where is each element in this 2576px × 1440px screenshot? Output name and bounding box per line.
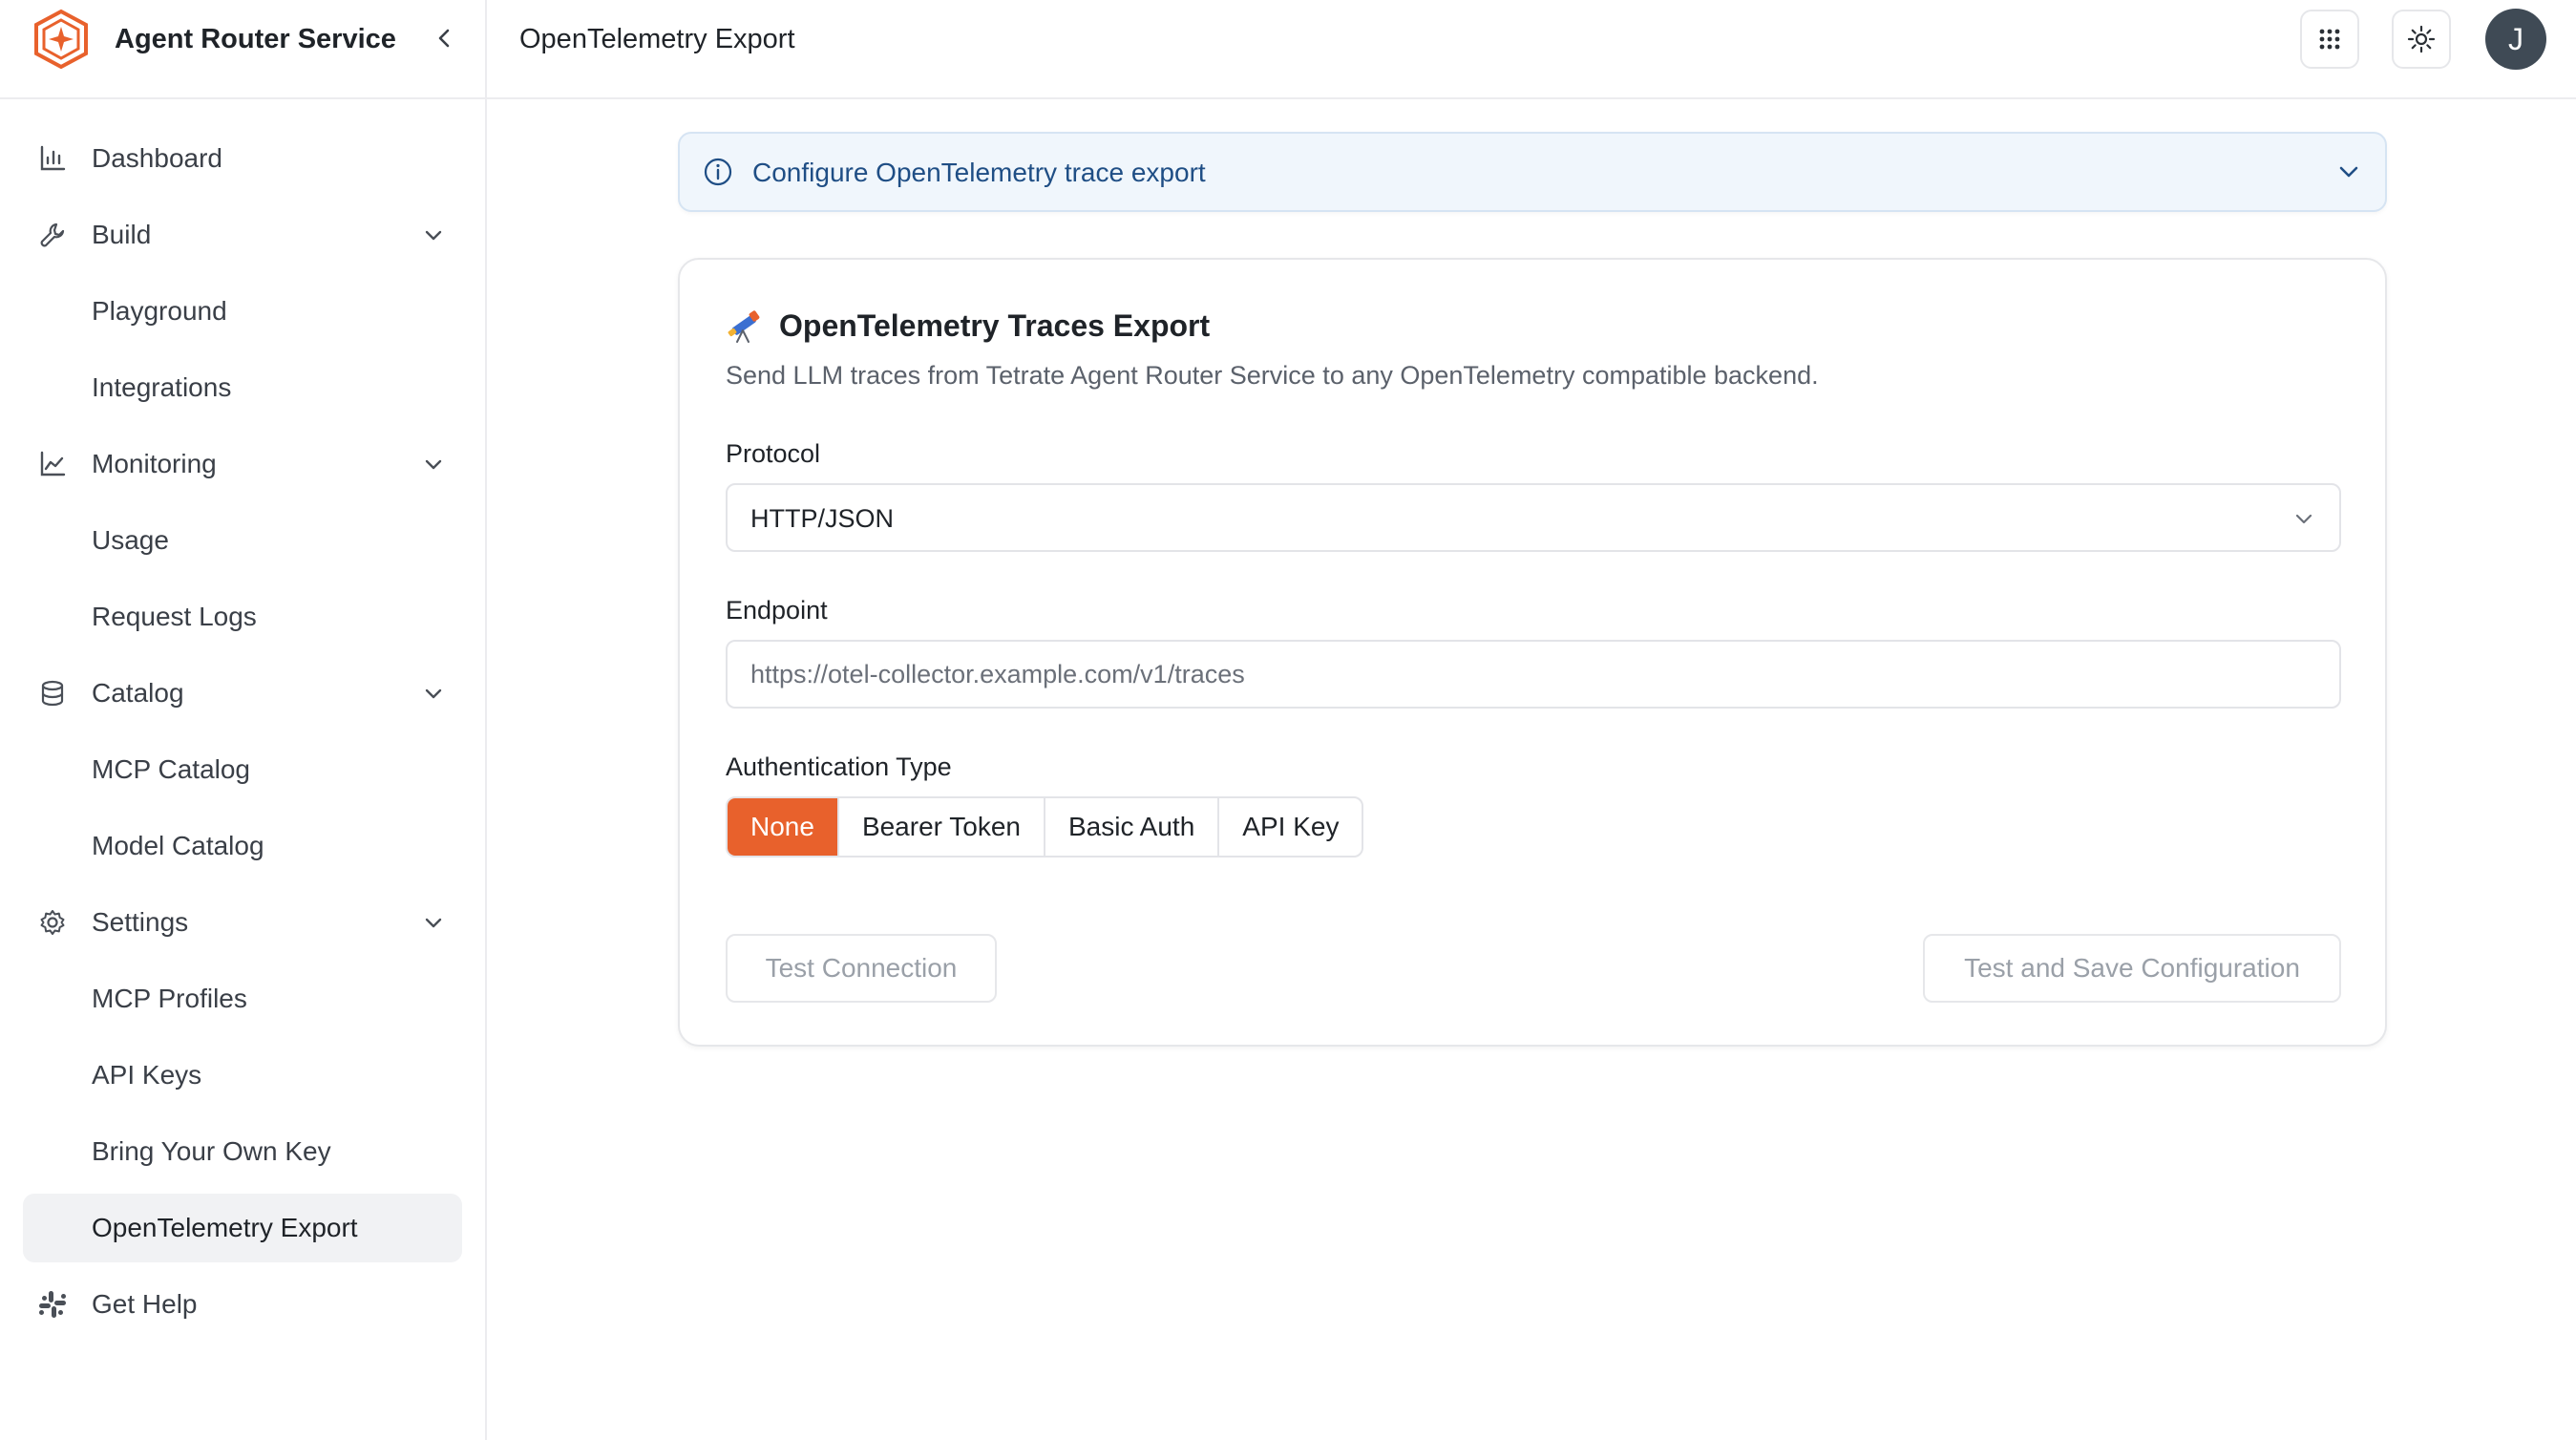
sidebar-item-label: Model Catalog xyxy=(92,831,264,860)
card-title: OpenTelemetry Traces Export xyxy=(779,308,1211,343)
sidebar-item-label: MCP Catalog xyxy=(92,754,251,784)
top-header: OpenTelemetry Export J xyxy=(487,0,2576,99)
chevron-down-icon[interactable] xyxy=(418,220,449,250)
gear-icon xyxy=(36,906,69,939)
apps-grid-button[interactable] xyxy=(2300,10,2359,69)
sidebar-item-label: OpenTelemetry Export xyxy=(92,1213,358,1242)
database-icon xyxy=(36,677,69,709)
sidebar-item-label: API Keys xyxy=(92,1060,202,1090)
sidebar-item-label: Usage xyxy=(92,525,169,555)
sidebar-item-request-logs[interactable]: Request Logs xyxy=(0,579,485,655)
auth-option-api-key[interactable]: API Key xyxy=(1219,798,1362,856)
sidebar-item-usage[interactable]: Usage xyxy=(0,502,485,579)
protocol-selected-value: HTTP/JSON xyxy=(750,504,895,533)
sidebar-item-api-keys[interactable]: API Keys xyxy=(0,1037,485,1113)
sidebar-item-integrations[interactable]: Integrations xyxy=(0,349,485,426)
app-name: Agent Router Service xyxy=(115,24,396,54)
auth-type-segmented-control: None Bearer Token Basic Auth API Key xyxy=(726,796,1364,858)
sidebar-item-label: MCP Profiles xyxy=(92,984,247,1013)
protocol-select[interactable]: HTTP/JSON xyxy=(726,483,2341,552)
sun-icon xyxy=(2407,25,2436,53)
configure-banner[interactable]: Configure OpenTelemetry trace export xyxy=(678,132,2387,212)
slack-icon xyxy=(36,1288,69,1321)
chevron-down-icon[interactable] xyxy=(418,678,449,709)
sidebar-item-bring-your-own-key[interactable]: Bring Your Own Key xyxy=(0,1113,485,1190)
collapse-sidebar-button[interactable] xyxy=(428,21,462,55)
banner-text: Configure OpenTelemetry trace export xyxy=(752,158,1206,187)
page-title: OpenTelemetry Export xyxy=(519,24,795,54)
card-description: Send LLM traces from Tetrate Agent Route… xyxy=(726,361,1819,390)
sidebar-item-label: Monitoring xyxy=(92,449,217,478)
sidebar-item-mcp-profiles[interactable]: MCP Profiles xyxy=(0,961,485,1037)
sidebar-item-label: Integrations xyxy=(92,372,232,402)
theme-toggle-button[interactable] xyxy=(2392,10,2451,69)
brand-bar: Agent Router Service xyxy=(0,0,487,99)
chevron-down-icon[interactable] xyxy=(2333,157,2364,187)
grid-icon xyxy=(2319,29,2340,50)
sidebar-item-monitoring[interactable]: Monitoring xyxy=(0,426,485,502)
sidebar-item-settings[interactable]: Settings xyxy=(0,884,485,961)
sidebar-item-label: Request Logs xyxy=(92,602,257,631)
sidebar-item-build[interactable]: Build xyxy=(0,197,485,273)
sidebar: Agent Router Service Dashboard Build Pla… xyxy=(0,0,487,1440)
sidebar-item-label: Playground xyxy=(92,296,227,326)
otel-export-card: OpenTelemetry Traces Export Send LLM tra… xyxy=(678,258,2387,1047)
line-chart-icon xyxy=(36,448,69,480)
sidebar-item-label: Settings xyxy=(92,907,189,937)
sidebar-item-catalog[interactable]: Catalog xyxy=(0,655,485,731)
bar-chart-icon xyxy=(36,142,69,175)
protocol-label: Protocol xyxy=(726,439,821,468)
sidebar-item-mcp-catalog[interactable]: MCP Catalog xyxy=(0,731,485,808)
sidebar-item-label: Build xyxy=(92,220,152,249)
auth-option-basic-auth[interactable]: Basic Auth xyxy=(1045,798,1220,856)
sidebar-item-opentelemetry-export[interactable]: OpenTelemetry Export xyxy=(23,1194,462,1262)
chevron-down-icon xyxy=(2291,506,2316,531)
auth-option-bearer-token[interactable]: Bearer Token xyxy=(839,798,1045,856)
test-connection-button[interactable]: Test Connection xyxy=(726,934,997,1003)
chevron-down-icon[interactable] xyxy=(418,449,449,479)
sidebar-item-label: Catalog xyxy=(92,678,184,708)
auth-type-label: Authentication Type xyxy=(726,752,952,781)
endpoint-label: Endpoint xyxy=(726,596,828,625)
sidebar-item-playground[interactable]: Playground xyxy=(0,273,485,349)
test-and-save-button[interactable]: Test and Save Configuration xyxy=(1923,934,2341,1003)
user-avatar[interactable]: J xyxy=(2485,9,2546,70)
sidebar-nav: Dashboard Build Playground Integrations xyxy=(0,120,485,1343)
sidebar-item-label: Dashboard xyxy=(92,143,222,173)
sidebar-item-label: Bring Your Own Key xyxy=(92,1136,331,1166)
auth-option-none[interactable]: None xyxy=(728,798,839,856)
info-icon xyxy=(703,157,733,187)
chevron-left-icon xyxy=(438,29,450,48)
sidebar-item-dashboard[interactable]: Dashboard xyxy=(0,120,485,197)
telescope-icon xyxy=(726,306,764,344)
endpoint-input[interactable] xyxy=(726,640,2341,709)
chevron-down-icon[interactable] xyxy=(418,907,449,938)
sidebar-item-label: Get Help xyxy=(92,1289,198,1319)
sidebar-item-get-help[interactable]: Get Help xyxy=(0,1266,485,1343)
tetrate-logo-icon[interactable] xyxy=(31,8,92,71)
wrench-icon xyxy=(36,219,69,251)
sidebar-item-model-catalog[interactable]: Model Catalog xyxy=(0,808,485,884)
